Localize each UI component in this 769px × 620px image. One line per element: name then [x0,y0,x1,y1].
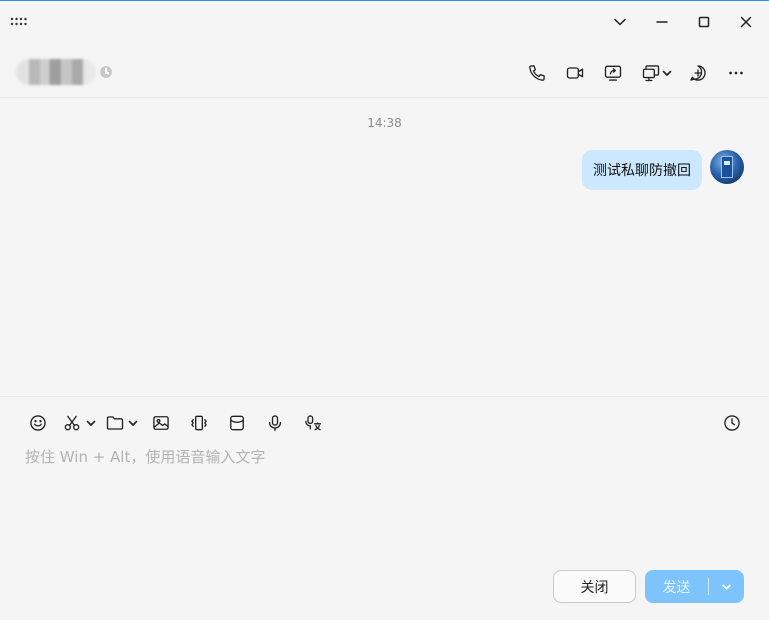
maximize-icon[interactable] [689,10,719,34]
chevron-down-icon[interactable] [605,10,635,34]
contact-name-blurred[interactable] [16,59,96,85]
grid-dots-icon[interactable] [10,14,28,30]
message-bubble-self[interactable]: 测试私聊防撤回 [582,150,702,190]
avatar[interactable] [710,150,744,184]
clock-icon [100,66,112,78]
phone-icon[interactable] [523,59,551,87]
folder-dropdown-icon[interactable] [128,418,138,428]
video-icon[interactable] [561,59,589,87]
screen-share-icon[interactable] [599,59,627,87]
screenshot-icon[interactable] [60,411,84,435]
image-icon[interactable] [149,411,173,435]
send-button-group: 发送 [645,570,744,603]
minimize-icon[interactable] [647,10,677,34]
add-member-icon[interactable] [684,59,712,87]
folder-icon[interactable] [103,411,127,435]
history-icon[interactable] [720,411,744,435]
window-accent-line [0,0,769,1]
red-packet-icon[interactable] [225,411,249,435]
microphone-icon[interactable] [263,411,287,435]
remote-desktop-icon[interactable] [637,59,665,87]
close-icon[interactable] [731,10,761,34]
send-button[interactable]: 发送 [645,570,708,603]
emoji-icon[interactable] [26,411,50,435]
chat-header [0,44,769,98]
screenshot-dropdown-icon[interactable] [86,418,96,428]
message-input[interactable] [25,445,725,469]
voice-to-text-icon[interactable] [301,411,325,435]
shake-icon[interactable] [187,411,211,435]
remote-desktop-dropdown-icon[interactable] [662,68,672,78]
message-composer: 关闭 发送 [0,396,769,620]
message-timestamp: 14:38 [367,116,402,130]
more-icon[interactable] [722,59,750,87]
close-button[interactable]: 关闭 [553,570,636,603]
send-options-chevron-icon[interactable] [709,570,744,603]
